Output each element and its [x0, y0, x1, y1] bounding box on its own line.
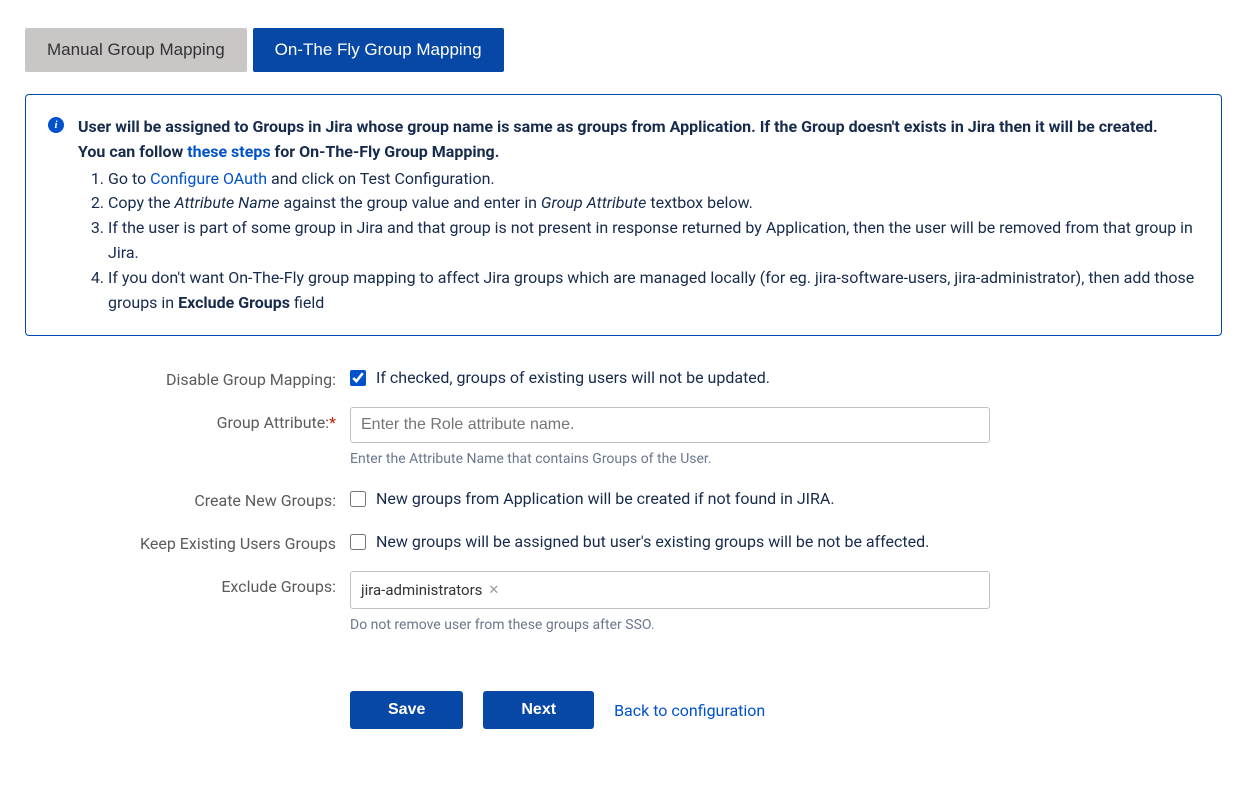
tag-exclude-group: jira-administrators ✕	[359, 579, 501, 601]
info-panel: i User will be assigned to Groups in Jir…	[25, 94, 1222, 336]
help-group-attribute: Enter the Attribute Name that contains G…	[350, 451, 990, 467]
help-exclude-groups: Do not remove user from these groups aft…	[350, 617, 990, 633]
input-exclude-groups[interactable]: jira-administrators ✕	[350, 571, 990, 609]
checkbox-keep-existing-text: New groups will be assigned but user's e…	[376, 532, 929, 551]
label-group-attribute: Group Attribute:*	[25, 407, 350, 432]
checkbox-disable-group-mapping[interactable]	[350, 370, 366, 386]
tab-bar: Manual Group Mapping On-The Fly Group Ma…	[25, 28, 1222, 72]
label-create-new-groups: Create New Groups:	[25, 485, 350, 510]
link-back-to-configuration[interactable]: Back to configuration	[614, 701, 765, 720]
info-body: User will be assigned to Groups in Jira …	[78, 115, 1199, 315]
info-heading-2-suffix: for On-The-Fly Group Mapping.	[271, 142, 500, 161]
form-area: Disable Group Mapping: If checked, group…	[25, 364, 1222, 729]
row-disable-group-mapping: Disable Group Mapping: If checked, group…	[25, 364, 1222, 389]
row-exclude-groups: Exclude Groups: jira-administrators ✕ Do…	[25, 571, 1222, 633]
check-line-keep-existing[interactable]: New groups will be assigned but user's e…	[350, 528, 990, 551]
button-row: Save Next Back to configuration	[350, 691, 990, 729]
checkbox-create-new-text: New groups from Application will be crea…	[376, 489, 835, 508]
required-marker: *	[329, 413, 336, 432]
tab-manual-group-mapping[interactable]: Manual Group Mapping	[25, 28, 247, 72]
checkbox-keep-existing[interactable]	[350, 534, 366, 550]
input-group-attribute[interactable]	[350, 407, 990, 443]
row-group-attribute: Group Attribute:* Enter the Attribute Na…	[25, 407, 1222, 467]
row-keep-existing: Keep Existing Users Groups New groups wi…	[25, 528, 1222, 553]
tag-remove-icon[interactable]: ✕	[488, 583, 499, 598]
info-step-3: If the user is part of some group in Jir…	[108, 216, 1199, 266]
link-configure-oauth[interactable]: Configure OAuth	[150, 169, 267, 188]
checkbox-create-new-groups[interactable]	[350, 491, 366, 507]
tab-on-the-fly-group-mapping[interactable]: On-The Fly Group Mapping	[253, 28, 504, 72]
info-icon: i	[48, 117, 64, 133]
info-heading-2-prefix: You can follow	[78, 142, 187, 161]
info-step-1: Go to Configure OAuth and click on Test …	[108, 167, 1199, 192]
label-exclude-groups: Exclude Groups:	[25, 571, 350, 596]
save-button[interactable]: Save	[350, 691, 463, 729]
info-step-2: Copy the Attribute Name against the grou…	[108, 191, 1199, 216]
next-button[interactable]: Next	[483, 691, 594, 729]
check-line-disable[interactable]: If checked, groups of existing users wil…	[350, 364, 990, 387]
label-keep-existing: Keep Existing Users Groups	[25, 528, 350, 553]
row-create-new-groups: Create New Groups: New groups from Appli…	[25, 485, 1222, 510]
link-these-steps[interactable]: these steps	[187, 142, 270, 161]
check-line-create-new[interactable]: New groups from Application will be crea…	[350, 485, 990, 508]
info-heading-1: User will be assigned to Groups in Jira …	[78, 117, 1158, 136]
checkbox-disable-text: If checked, groups of existing users wil…	[376, 368, 770, 387]
label-disable-group-mapping: Disable Group Mapping:	[25, 364, 350, 389]
info-step-4: If you don't want On-The-Fly group mappi…	[108, 266, 1199, 316]
row-buttons: Save Next Back to configuration	[25, 651, 1222, 729]
info-steps-list: Go to Configure OAuth and click on Test …	[108, 167, 1199, 316]
